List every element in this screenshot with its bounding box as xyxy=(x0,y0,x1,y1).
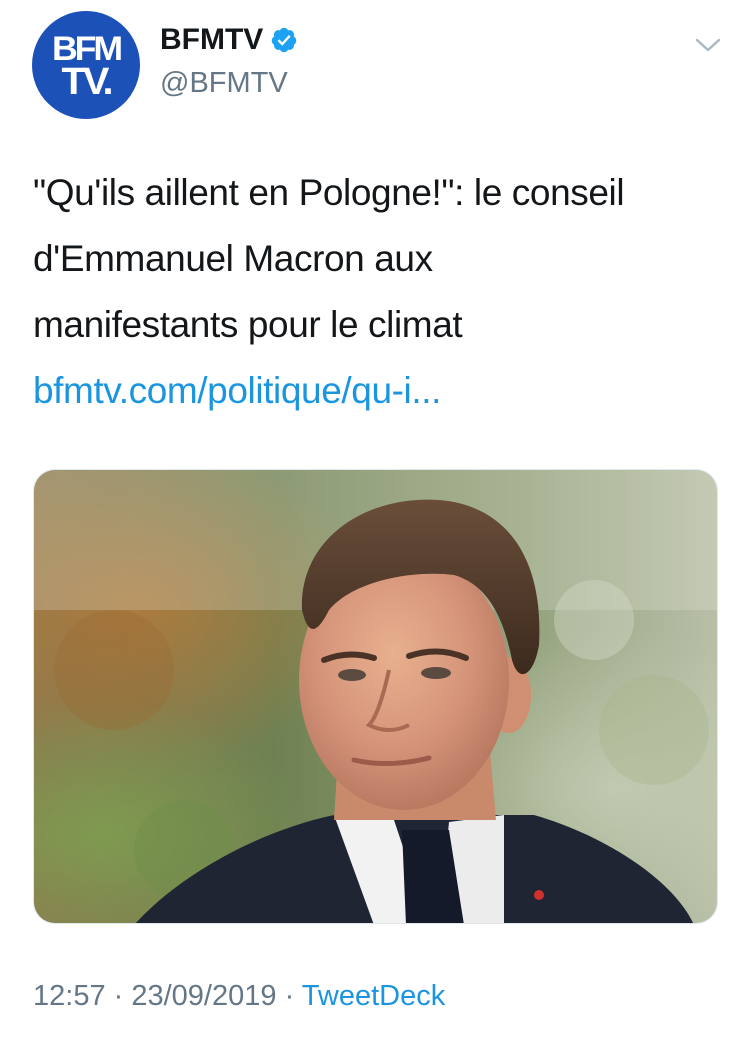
tweet-text-line: d'Emmanuel Macron aux xyxy=(33,238,433,279)
tweet-source-link[interactable]: TweetDeck xyxy=(302,980,445,1012)
display-name: BFMTV xyxy=(160,23,264,56)
tweet-time[interactable]: 12:57 xyxy=(33,980,106,1012)
tweet-photo[interactable] xyxy=(33,469,718,924)
tweet-text-line: manifestants pour le climat xyxy=(33,304,463,345)
avatar-logo-text-bottom: TV. xyxy=(61,61,114,103)
meta-separator: · xyxy=(105,980,132,1012)
article-link[interactable]: bfmtv.com/politique/qu-i... xyxy=(33,358,723,424)
tweet-date[interactable]: 23/09/2019 xyxy=(131,980,276,1012)
author-handle[interactable]: @BFMTV xyxy=(160,66,288,100)
tweet-text: "Qu'ils aillent en Pologne!": le conseil… xyxy=(33,160,723,424)
chevron-down-icon[interactable] xyxy=(693,34,723,56)
portrait-photo-image xyxy=(34,470,717,923)
tweet: BFM TV. BFMTV @BFMTV "Qu'ils aillent en … xyxy=(0,0,737,1037)
tweet-meta: 12:57 · 23/09/2019 · TweetDeck xyxy=(33,977,445,1015)
avatar[interactable]: BFM TV. xyxy=(32,11,140,119)
meta-separator: · xyxy=(276,980,302,1012)
tweet-text-line: "Qu'ils aillent en Pologne!": le conseil xyxy=(33,172,625,213)
verified-badge-icon xyxy=(272,27,297,53)
author-name-row[interactable]: BFMTV xyxy=(160,22,298,58)
